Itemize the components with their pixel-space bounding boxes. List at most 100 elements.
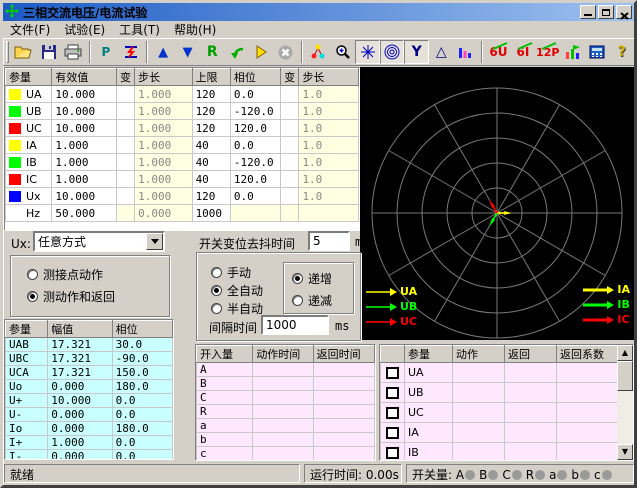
- value-cell[interactable]: 1.0: [299, 188, 359, 205]
- menu-help[interactable]: 帮助(H): [167, 20, 223, 39]
- value-cell[interactable]: [281, 137, 299, 154]
- value-cell[interactable]: 40: [192, 137, 230, 154]
- report-button[interactable]: [560, 40, 585, 64]
- radio-option[interactable]: 测接点动作: [27, 266, 103, 283]
- scrollbar-thumb[interactable]: [617, 361, 633, 391]
- table-row[interactable]: Ux10.0001.0001200.01.0: [6, 188, 359, 205]
- value-cell[interactable]: [116, 171, 134, 188]
- open-file-button[interactable]: [12, 40, 37, 64]
- radio-option[interactable]: 递减: [292, 292, 332, 309]
- table-row[interactable]: UA: [381, 363, 618, 383]
- row-checkbox[interactable]: [386, 407, 399, 419]
- maximize-button[interactable]: [598, 5, 614, 19]
- value-cell[interactable]: [116, 188, 134, 205]
- value-cell[interactable]: 1.000: [135, 188, 192, 205]
- radio-option[interactable]: 半自动: [211, 300, 263, 317]
- value-cell[interactable]: [281, 188, 299, 205]
- row-checkbox[interactable]: [386, 447, 399, 459]
- power-output-button[interactable]: [118, 40, 143, 64]
- value-cell[interactable]: 120: [192, 120, 230, 137]
- value-cell[interactable]: 1.000: [135, 137, 192, 154]
- value-cell[interactable]: 0.0: [230, 137, 280, 154]
- value-cell[interactable]: 1.0: [299, 137, 359, 154]
- value-cell[interactable]: 10.000: [52, 188, 117, 205]
- value-cell[interactable]: 1.000: [52, 137, 117, 154]
- value-cell[interactable]: 40: [192, 154, 230, 171]
- radio-option[interactable]: 递增: [292, 270, 332, 287]
- value-cell[interactable]: [281, 86, 299, 103]
- value-cell[interactable]: 1.0: [299, 171, 359, 188]
- table-row[interactable]: IB1.0001.00040-120.01.0: [6, 154, 359, 171]
- save-button[interactable]: [37, 40, 62, 64]
- value-cell[interactable]: 1.0: [299, 86, 359, 103]
- result-grid[interactable]: 参量动作返回返回系数UAUBUCIAIBIC: [380, 345, 618, 461]
- star-view-button[interactable]: [355, 40, 380, 64]
- value-cell[interactable]: [281, 154, 299, 171]
- table-row[interactable]: UC10.0001.000120120.01.0: [6, 120, 359, 137]
- scroll-up-button[interactable]: ▲: [617, 345, 633, 361]
- vector-node-button[interactable]: [306, 40, 331, 64]
- value-cell[interactable]: 1.000: [135, 120, 192, 137]
- value-cell[interactable]: 120.0: [230, 171, 280, 188]
- six-i-button[interactable]: 6I: [511, 40, 536, 64]
- value-cell[interactable]: 10.000: [52, 120, 117, 137]
- value-cell[interactable]: 1.000: [52, 154, 117, 171]
- scroll-down-button[interactable]: ▼: [617, 444, 633, 460]
- table-row[interactable]: UB10.0001.000120-120.01.0: [6, 103, 359, 120]
- table-row[interactable]: UB: [381, 383, 618, 403]
- value-cell[interactable]: 120.0: [230, 120, 280, 137]
- y-view-button[interactable]: Y: [404, 40, 429, 64]
- triangle-view-button[interactable]: △: [429, 40, 454, 64]
- value-cell[interactable]: 1.0: [299, 154, 359, 171]
- undo-button[interactable]: [224, 40, 249, 64]
- vertical-scrollbar[interactable]: ▲ ▼: [617, 345, 633, 460]
- value-cell[interactable]: 120: [192, 103, 230, 120]
- table-row[interactable]: Hz50.0000.0001000: [6, 205, 359, 222]
- interval-input[interactable]: [261, 315, 329, 335]
- menu-test[interactable]: 试验(E): [57, 20, 112, 39]
- value-cell[interactable]: 50.000: [52, 205, 117, 222]
- print-button[interactable]: [61, 40, 86, 64]
- value-cell[interactable]: [281, 120, 299, 137]
- table-row[interactable]: UC: [381, 403, 618, 423]
- value-cell[interactable]: 120: [192, 188, 230, 205]
- table-row[interactable]: IA: [381, 423, 618, 443]
- decrease-button[interactable]: ▼: [175, 40, 200, 64]
- menu-file[interactable]: 文件(F): [3, 20, 57, 39]
- toolbar-grip[interactable]: [6, 41, 9, 63]
- value-cell[interactable]: 1.0: [299, 120, 359, 137]
- start-button[interactable]: [249, 40, 274, 64]
- value-cell[interactable]: [281, 171, 299, 188]
- value-cell[interactable]: [116, 205, 134, 222]
- value-cell[interactable]: 1.000: [135, 86, 192, 103]
- parameter-p-button[interactable]: P: [94, 40, 119, 64]
- value-cell[interactable]: [116, 103, 134, 120]
- radio-option[interactable]: 全自动: [211, 282, 263, 299]
- value-cell[interactable]: [281, 103, 299, 120]
- value-cell[interactable]: [116, 120, 134, 137]
- reset-button[interactable]: R: [200, 40, 225, 64]
- six-u-button[interactable]: 6U: [486, 40, 511, 64]
- minimize-button[interactable]: [580, 5, 596, 19]
- dropdown-button[interactable]: [146, 233, 163, 250]
- value-cell[interactable]: [299, 205, 359, 222]
- help-button[interactable]: ?: [609, 40, 634, 64]
- value-cell[interactable]: 0.0: [230, 86, 280, 103]
- value-cell[interactable]: -120.0: [230, 103, 280, 120]
- value-cell[interactable]: 1.000: [135, 171, 192, 188]
- stop-button[interactable]: [274, 40, 299, 64]
- circles-view-button[interactable]: [380, 40, 405, 64]
- value-cell[interactable]: 1.000: [135, 154, 192, 171]
- radio-option[interactable]: 测动作和返回: [27, 288, 115, 305]
- calculator-button[interactable]: [585, 40, 610, 64]
- row-checkbox[interactable]: [386, 427, 399, 439]
- table-row[interactable]: IC1.0001.00040120.01.0: [6, 171, 359, 188]
- menu-tools[interactable]: 工具(T): [112, 20, 167, 39]
- value-cell[interactable]: 10.000: [52, 103, 117, 120]
- value-cell[interactable]: 1.000: [52, 171, 117, 188]
- value-cell[interactable]: 10.000: [52, 86, 117, 103]
- value-cell[interactable]: [116, 86, 134, 103]
- close-button[interactable]: [616, 5, 632, 19]
- value-cell[interactable]: 0.000: [135, 205, 192, 222]
- table-row[interactable]: IB: [381, 443, 618, 462]
